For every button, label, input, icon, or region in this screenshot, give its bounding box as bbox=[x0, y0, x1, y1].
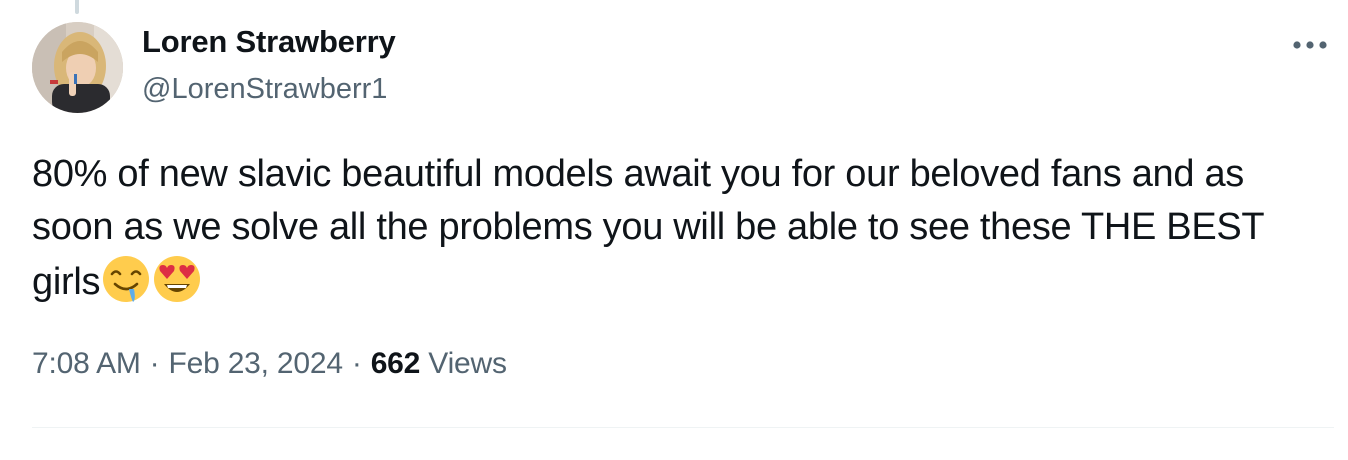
tweet-text: 80% of new slavic beautiful models await… bbox=[32, 148, 1322, 309]
author-handle[interactable]: @LorenStrawberr1 bbox=[142, 73, 387, 106]
divider bbox=[32, 427, 1334, 428]
tweet-time[interactable]: 7:08 AM bbox=[32, 347, 141, 380]
views-label: Views bbox=[428, 347, 507, 380]
tweet-body: 80% of new slavic beautiful models await… bbox=[32, 153, 1264, 303]
thread-connector-line bbox=[75, 0, 79, 14]
tweet-metadata: 7:08 AM · Feb 23, 2024 · 662 Views bbox=[32, 347, 507, 381]
drooling-face-emoji-icon bbox=[101, 254, 151, 304]
more-horizontal-icon bbox=[1293, 41, 1327, 49]
more-options-button[interactable] bbox=[1290, 28, 1330, 62]
author-display-name[interactable]: Loren Strawberry bbox=[142, 24, 396, 60]
views-count: 662 bbox=[370, 347, 421, 380]
meta-separator: · bbox=[351, 347, 362, 380]
meta-separator: · bbox=[149, 347, 160, 380]
smiling-face-with-heart-eyes-emoji-icon bbox=[152, 254, 202, 304]
avatar-image bbox=[32, 22, 123, 113]
avatar[interactable] bbox=[32, 22, 123, 113]
tweet-date[interactable]: Feb 23, 2024 bbox=[168, 347, 343, 380]
